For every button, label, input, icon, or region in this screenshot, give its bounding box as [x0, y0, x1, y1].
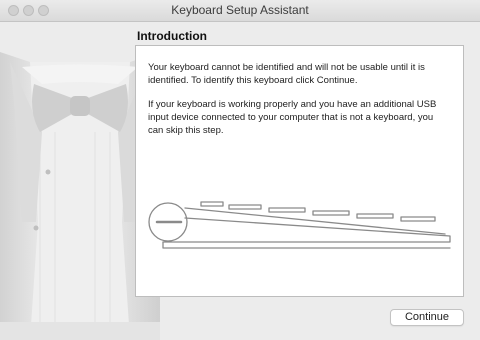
skip-paragraph: If your keyboard is working properly and… — [148, 99, 437, 136]
window-title: Keyboard Setup Assistant — [171, 3, 309, 17]
content-panel: Your keyboard cannot be identified and w… — [135, 45, 464, 297]
keyboard-setup-window: Keyboard Setup Assistant Introduction Yo… — [0, 0, 480, 340]
page-title: Introduction — [137, 29, 207, 43]
intro-paragraph: Your keyboard cannot be identified and w… — [148, 62, 425, 86]
continue-button[interactable]: Continue — [390, 309, 464, 326]
title-bar[interactable]: Keyboard Setup Assistant — [0, 0, 480, 22]
keyboard-outline-icon — [148, 201, 451, 249]
